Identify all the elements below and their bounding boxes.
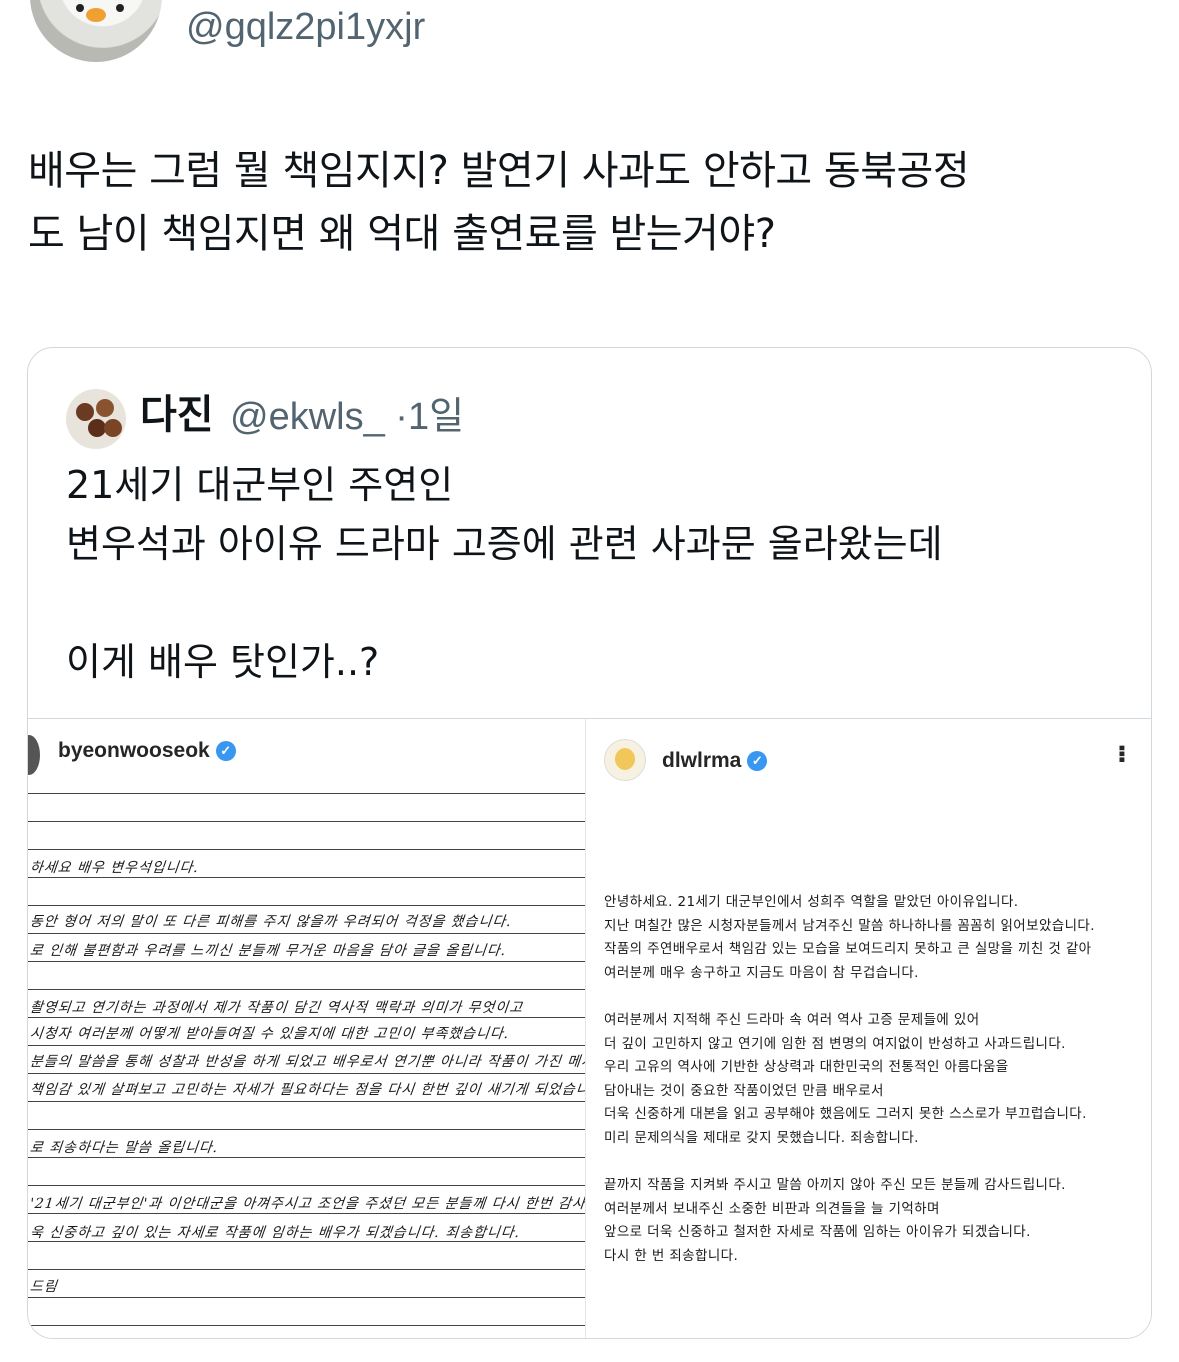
ruled-line	[28, 877, 585, 878]
ruled-line	[28, 1325, 585, 1326]
handwritten-line: '21세기 대군부인'과 이안대군을 아껴주시고 조언을 주셨던 모든 분들께 …	[29, 1196, 585, 1212]
tweet-text-line: 도 남이 책임지면 왜 억대 출연료를 받는거야?	[28, 211, 776, 257]
quote-text-line	[66, 574, 1126, 633]
letter-line: 우리 고유의 역사에 기반한 상상력과 대한민국의 전통적인 아름다움을	[604, 1059, 1009, 1076]
avatar-beak	[86, 8, 106, 22]
handwritten-line: 하세요 배우 변우석입니다.	[29, 860, 200, 876]
ruled-line	[28, 1157, 585, 1158]
letter-line: 담아내는 것이 중요한 작품이었던 만큼 배우로서	[604, 1082, 884, 1099]
ruled-line	[28, 793, 585, 794]
ruled-line	[28, 961, 585, 962]
letter-line	[604, 1151, 1144, 1175]
tweet-text-line: 배우는 그럼 뭘 책임지지? 발연기 사과도 안하고 동북공정	[28, 148, 970, 194]
handwritten-line: 로 죄송하다는 말씀 올립니다.	[29, 1140, 220, 1156]
letter-line: 끝까지 작품을 지켜봐 주시고 말씀 아끼지 않아 주신 모든 분들께 감사드립…	[604, 1177, 1066, 1194]
handwritten-line: 촬영되고 연기하는 과정에서 제가 작품이 담긴 역사적 맥락과 의미가 무엇이…	[29, 1000, 524, 1016]
ruled-line	[28, 849, 585, 850]
ruled-line	[28, 933, 585, 934]
ruled-line	[28, 1045, 585, 1046]
letter-line: 다시 한 번 죄송합니다.	[604, 1247, 739, 1264]
ruled-line	[28, 1213, 585, 1214]
ig-avatar	[28, 735, 40, 775]
letter-line: 지난 며칠간 많은 시청자분들께서 남겨주신 말씀 하나하나를 꼼꼼히 읽어보았…	[604, 917, 1095, 934]
handwritten-line: 책임감 있게 살펴보고 고민하는 자세가 필요하다는 점을 다시 한번 깊이 새…	[29, 1082, 585, 1098]
tweet-text: 배우는 그럼 뭘 책임지지? 발연기 사과도 안하고 동북공정 도 남이 책임지…	[28, 140, 1158, 266]
verified-badge-icon: ✓	[747, 751, 768, 771]
avatar-ball	[104, 419, 122, 437]
ruled-line	[28, 1297, 585, 1298]
verified-badge-icon: ✓	[215, 741, 236, 761]
ruled-line	[28, 989, 585, 990]
letter-line	[604, 985, 1144, 1009]
quote-author-name: 다진	[140, 392, 214, 438]
handwritten-line: 시청자 여러분께 어떻게 받아들여질 수 있을지에 대한 고민이 부족했습니다.	[29, 1026, 511, 1042]
avatar-eye	[116, 4, 124, 12]
ruled-line	[28, 1101, 585, 1102]
quote-author-handle-time: @ekwls_ ·1일	[230, 396, 465, 438]
ig-avatar	[604, 739, 646, 781]
more-options-icon[interactable]: ···	[1106, 743, 1136, 761]
letter-line: 더욱 신중하게 대본을 읽고 공부해야 했음에도 그러지 못한 스스로가 부끄럽…	[604, 1106, 1087, 1123]
ruled-line	[28, 1073, 585, 1074]
ruled-line	[28, 1241, 585, 1242]
avatar-eye	[76, 4, 84, 12]
avatar-ball	[76, 403, 94, 421]
author-handle[interactable]: @gqlz2pi1yxjr	[186, 4, 425, 50]
quote-media[interactable]: byeonwooseok ✓ 하세요 배우 변우석입니다. 동안 형어 저의 말이…	[28, 718, 1151, 1338]
letter-line: 더 깊이 고민하지 않고 연기에 임한 점 변명의 여지없이 반성하고 사과드립…	[604, 1035, 1066, 1052]
letter-line: 작품의 주연배우로서 책임감 있는 모습을 보여드리지 못하고 큰 실망을 끼친…	[604, 941, 1092, 958]
media-image-left[interactable]: byeonwooseok ✓ 하세요 배우 변우석입니다. 동안 형어 저의 말이…	[28, 719, 585, 1338]
quote-text-line: 21세기 대군부인 주연인	[66, 463, 454, 507]
letter-line: 안녕하세요. 21세기 대군부인에서 성희주 역할을 맡았던 아이유입니다.	[604, 894, 1019, 910]
ruled-line	[28, 1269, 585, 1270]
handwritten-line: 분들의 말씀을 통해 성찰과 반성을 하게 되었고 배우로서 연기뿐 아니라 작…	[29, 1054, 585, 1070]
typed-letter: 안녕하세요. 21세기 대군부인에서 성희주 역할을 맡았던 아이유입니다. 지…	[604, 891, 1144, 1269]
media-image-right[interactable]: dlwlrma ✓ ··· 안녕하세요. 21세기 대군부인에서 성희주 역할을 …	[585, 719, 1151, 1338]
letter-line: 여러분께서 지적해 주신 드라마 속 여러 역사 고증 문제들에 있어	[604, 1011, 980, 1028]
letter-line: 여러분께서 보내주신 소중한 비판과 의견들을 늘 기억하며	[604, 1200, 940, 1217]
ruled-line	[28, 1017, 585, 1018]
quote-text-line: 변우석과 아이유 드라마 고증에 관련 사과문 올라왔는데	[66, 522, 943, 566]
ruled-line	[28, 821, 585, 822]
quoted-tweet-card[interactable]: 다진 @ekwls_ ·1일 21세기 대군부인 주연인 변우석과 아이유 드라…	[27, 347, 1152, 1339]
ig-username-text: dlwlrma	[662, 749, 742, 772]
handwritten-line: 동안 형어 저의 말이 또 다른 피해를 주지 않을까 우려되어 걱정을 했습니…	[29, 914, 513, 930]
ig-username-text: byeonwooseok	[58, 739, 210, 762]
author-avatar[interactable]	[30, 0, 162, 62]
handwritten-line: 드림	[29, 1279, 59, 1295]
letter-line: 여러분께 매우 송구하고 지금도 마음이 참 무겁습니다.	[604, 964, 919, 981]
letter-line: 앞으로 더욱 신중하고 철저한 자세로 작품에 임하는 아이유가 되겠습니다.	[604, 1224, 1031, 1241]
avatar-ball	[96, 399, 114, 417]
ruled-line	[28, 905, 585, 906]
quote-text-line: 이게 배우 탓인가..?	[66, 640, 380, 684]
ig-username: byeonwooseok ✓	[58, 739, 236, 763]
ruled-line	[28, 1185, 585, 1186]
letter-line: 미리 문제의식을 제대로 갖지 못했습니다. 죄송합니다.	[604, 1129, 919, 1146]
handwritten-line: 욱 신중하고 깊이 있는 자세로 작품에 임하는 배우가 되겠습니다. 죄송합니…	[29, 1225, 521, 1241]
avatar-face	[615, 748, 635, 770]
ruled-line	[28, 1129, 585, 1130]
quote-text: 21세기 대군부인 주연인 변우석과 아이유 드라마 고증에 관련 사과문 올라…	[66, 456, 1126, 692]
ig-username: dlwlrma ✓	[662, 749, 768, 773]
handwritten-line: 로 인해 불편함과 우려를 느끼신 분들께 무거운 마음을 담아 글을 올립니다…	[29, 943, 508, 959]
quote-author-avatar	[66, 389, 126, 449]
